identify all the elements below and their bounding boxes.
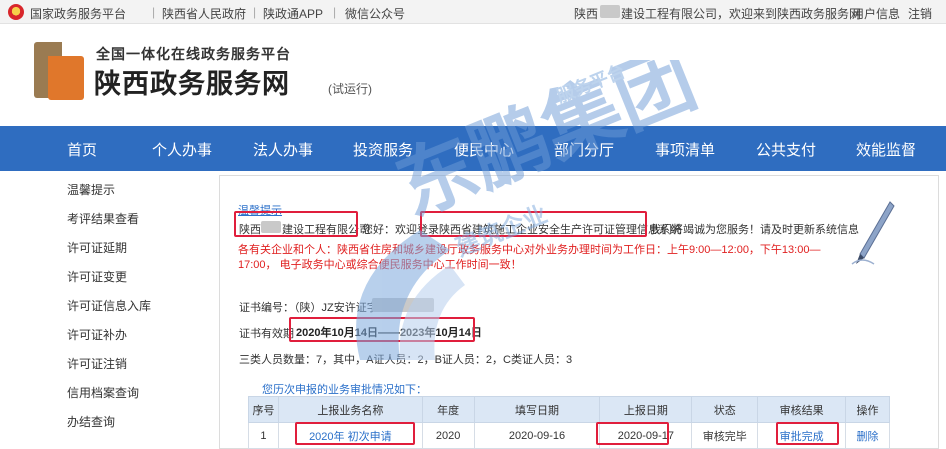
- site-title[interactable]: 陕西政务服务网: [94, 62, 290, 101]
- company-highlight: [234, 211, 358, 237]
- nav-personal[interactable]: 个人办事: [152, 139, 212, 160]
- divider: |: [253, 5, 257, 19]
- col-header: 上报日期: [599, 396, 693, 423]
- col-header: 上报业务名称: [277, 396, 423, 423]
- col-header: 年度: [421, 396, 475, 423]
- sidebar-item-entry[interactable]: 许可证信息入库: [67, 297, 151, 314]
- col-header: 状态: [691, 396, 759, 423]
- top-link-app[interactable]: 陕政通APP: [263, 5, 323, 22]
- cell-year: 2020: [421, 422, 475, 449]
- cell-status: 审核完毕: [691, 422, 759, 449]
- sidebar-item-evaluation[interactable]: 考评结果查看: [67, 210, 139, 227]
- col-header: 审核结果: [757, 396, 846, 423]
- col-header: 操作: [845, 396, 890, 423]
- nav-home[interactable]: 首页: [67, 139, 97, 160]
- top-link-wechat[interactable]: 微信公众号: [345, 5, 405, 22]
- validity-highlight: [289, 317, 475, 342]
- watermark-sub: 服务平台: [553, 60, 628, 107]
- top-link-province[interactable]: 陕西省人民政府: [162, 5, 246, 22]
- nav-investment[interactable]: 投资服务: [353, 139, 413, 160]
- notice-text: 各有关企业和个人：陕西省住房和城乡建设厅政务服务中心对外业务办理时间为工作日：上…: [238, 244, 821, 271]
- history-title: 您历次申报的业务审批情况如下：: [262, 384, 427, 396]
- nav-convenience[interactable]: 便民中心: [454, 139, 514, 160]
- review-result-highlight: [776, 422, 839, 445]
- welcome-text: 建设工程有限公司，欢迎来到陕西政务服务网: [621, 7, 862, 21]
- sidebar-item-credit[interactable]: 信用档案查询: [67, 384, 139, 401]
- delete-link[interactable]: 删除: [845, 422, 890, 449]
- sidebar-item-completed[interactable]: 办结查询: [67, 413, 115, 430]
- business-name-highlight: [295, 422, 415, 445]
- validity-label: 证书有效期: [239, 328, 294, 340]
- col-header: 序号: [248, 396, 279, 423]
- greeting-suffix: 我们将竭诚为您服务！请及时更新系统信息: [650, 224, 859, 236]
- welcome-prefix: 陕西: [574, 7, 599, 21]
- national-emblem-icon: [8, 4, 24, 20]
- sidebar-item-change[interactable]: 许可证变更: [67, 268, 127, 285]
- logout-link[interactable]: 注销: [908, 5, 932, 22]
- redacted-name: [600, 5, 620, 18]
- submit-date-highlight: [596, 422, 669, 445]
- sidebar-item-tips[interactable]: 温馨提示: [67, 181, 115, 198]
- sidebar-item-extension[interactable]: 许可证延期: [67, 239, 127, 256]
- col-header: 填写日期: [473, 396, 601, 423]
- redacted-cert-number: [372, 298, 434, 312]
- nav-payment[interactable]: 公共支付: [756, 139, 816, 160]
- cell-fill-date: 2020-09-16: [473, 422, 601, 449]
- divider: |: [152, 5, 156, 19]
- main-nav: 首页 个人办事 法人办事 投资服务 便民中心 部门分厅 事项清单 公共支付 效能…: [0, 126, 946, 171]
- nav-item-list[interactable]: 事项清单: [655, 139, 715, 160]
- trial-label: (试运行): [328, 82, 372, 96]
- sidebar-item-reissue[interactable]: 许可证补办: [67, 326, 127, 343]
- top-link-national[interactable]: 国家政务服务平台: [30, 5, 126, 22]
- pen-icon: [851, 201, 895, 265]
- sidebar: 温馨提示 考评结果查看 许可证延期 许可证变更 许可证信息入库 许可证补办 许可…: [0, 171, 210, 449]
- system-highlight: [420, 211, 647, 237]
- platform-subtitle: 全国一体化在线政务服务平台: [96, 46, 291, 62]
- site-logo-icon[interactable]: [34, 42, 84, 100]
- cell-index: 1: [248, 422, 279, 449]
- cert-number-label: 证书编号：（陕）JZ安许证字: [239, 302, 378, 314]
- nav-legal-entity[interactable]: 法人办事: [253, 139, 313, 160]
- staff-count: 三类人员数量：7，其中，A证人员：2，B证人员：2，C类证人员：3: [239, 354, 573, 366]
- user-info-link[interactable]: 用户信息: [852, 5, 900, 22]
- nav-supervision[interactable]: 效能监督: [856, 139, 916, 160]
- sidebar-item-cancel[interactable]: 许可证注销: [67, 355, 127, 372]
- nav-departments[interactable]: 部门分厅: [554, 139, 614, 160]
- top-bar: 国家政务服务平台 | 陕西省人民政府 | 陕政通APP | 微信公众号 陕西 建…: [0, 0, 946, 24]
- divider: |: [333, 5, 337, 19]
